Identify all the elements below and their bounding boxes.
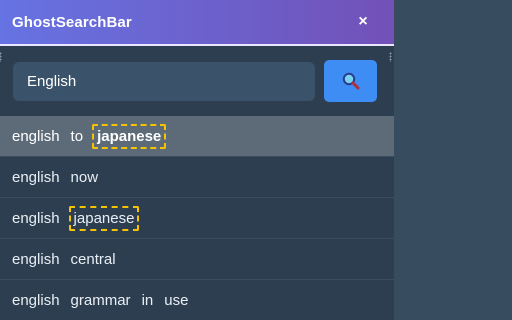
highlighted-word: japanese <box>92 123 167 149</box>
suggestion-word: central <box>70 250 116 268</box>
suggestion-word: grammar <box>70 291 131 309</box>
search-button[interactable] <box>324 60 377 102</box>
search-area <box>0 46 394 116</box>
ghost-search-panel: GhostSearchBar × englishtojapaneseenglis… <box>0 0 394 320</box>
suggestion-word: english <box>12 291 60 309</box>
suggestion-word: now <box>70 168 99 186</box>
suggestion-word: english <box>12 209 60 227</box>
suggestion-item[interactable]: english now <box>0 157 394 198</box>
resize-grip-left[interactable] <box>0 52 2 62</box>
suggestion-item[interactable]: english grammar in use <box>0 280 394 320</box>
resize-grip-right[interactable] <box>389 52 392 62</box>
search-input[interactable] <box>13 61 315 101</box>
search-icon <box>342 72 359 90</box>
title-bar[interactable]: GhostSearchBar × <box>0 0 394 46</box>
suggestion-list: english to japanese english now english japane… <box>0 116 394 320</box>
suggestion-word: english <box>12 168 60 186</box>
suggestion-word: english <box>12 127 60 145</box>
close-button[interactable]: × <box>356 14 370 30</box>
app-title: GhostSearchBar <box>12 13 132 31</box>
suggestion-word: use <box>164 291 189 309</box>
suggestion-item[interactable]: english japanese <box>0 198 394 239</box>
suggestion-item[interactable]: english central <box>0 239 394 280</box>
suggestion-word: to <box>70 127 84 145</box>
suggestion-word: in <box>141 291 154 309</box>
suggestion-item[interactable]: english to japanese <box>0 116 394 157</box>
highlighted-word: japanese <box>68 205 140 231</box>
suggestion-word: english <box>12 250 60 268</box>
